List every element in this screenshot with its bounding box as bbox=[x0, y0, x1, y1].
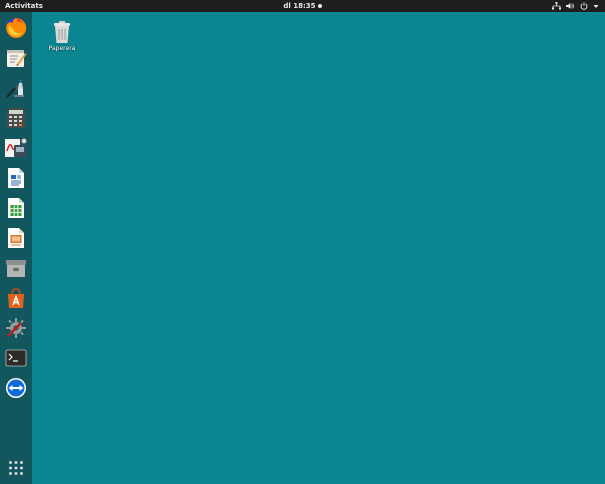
dock-item-terminal[interactable] bbox=[3, 345, 29, 371]
dock bbox=[0, 12, 32, 484]
system-tray[interactable] bbox=[552, 0, 599, 12]
volume-icon[interactable] bbox=[566, 2, 575, 10]
text-editor-icon bbox=[7, 50, 27, 67]
dock-item-archive[interactable] bbox=[3, 255, 29, 281]
terminal-icon bbox=[5, 349, 27, 367]
dock-item-text-editor[interactable] bbox=[3, 45, 29, 71]
dock-item-show-applications[interactable] bbox=[3, 455, 29, 481]
notification-dot-icon bbox=[317, 4, 322, 8]
network-icon[interactable] bbox=[552, 2, 561, 10]
clock-area: dl 18:35 bbox=[0, 0, 605, 12]
top-bar: Activitats dl 18:35 bbox=[0, 0, 605, 12]
impress-presentation-icon bbox=[8, 228, 24, 248]
calc-spreadsheet-icon bbox=[8, 198, 24, 218]
archive-manager-icon bbox=[6, 260, 26, 277]
calculator-icon bbox=[7, 108, 25, 128]
dock-item-impress[interactable] bbox=[3, 225, 29, 251]
dock-item-calculator[interactable] bbox=[3, 105, 29, 131]
dock-item-firefox[interactable] bbox=[3, 15, 29, 41]
power-icon[interactable] bbox=[580, 2, 588, 10]
activities-button[interactable]: Activitats bbox=[5, 0, 43, 12]
desktop-trash[interactable]: Paperera bbox=[44, 20, 80, 52]
writer-document-icon bbox=[8, 168, 24, 188]
software-center-icon bbox=[8, 288, 24, 308]
trash-label: Paperera bbox=[48, 45, 76, 52]
settings-tools-icon bbox=[6, 318, 26, 338]
teamviewer-icon bbox=[6, 378, 26, 398]
pdf-tool-icon bbox=[5, 138, 27, 157]
dock-item-pdf-tool[interactable] bbox=[3, 135, 29, 161]
dock-item-teamviewer[interactable] bbox=[3, 375, 29, 401]
app-grid-icon bbox=[9, 461, 23, 475]
clock-text: dl 18:35 bbox=[283, 2, 316, 10]
dock-item-paint[interactable] bbox=[3, 75, 29, 101]
dock-item-settings[interactable] bbox=[3, 315, 29, 341]
paint-brush-icon bbox=[6, 80, 24, 98]
dock-item-software-center[interactable] bbox=[3, 285, 29, 311]
firefox-icon bbox=[6, 17, 27, 38]
dock-item-writer[interactable] bbox=[3, 165, 29, 191]
chevron-down-icon[interactable] bbox=[593, 4, 599, 9]
trash-icon bbox=[54, 21, 70, 43]
dock-item-calc[interactable] bbox=[3, 195, 29, 221]
clock-button[interactable]: dl 18:35 bbox=[283, 2, 322, 10]
